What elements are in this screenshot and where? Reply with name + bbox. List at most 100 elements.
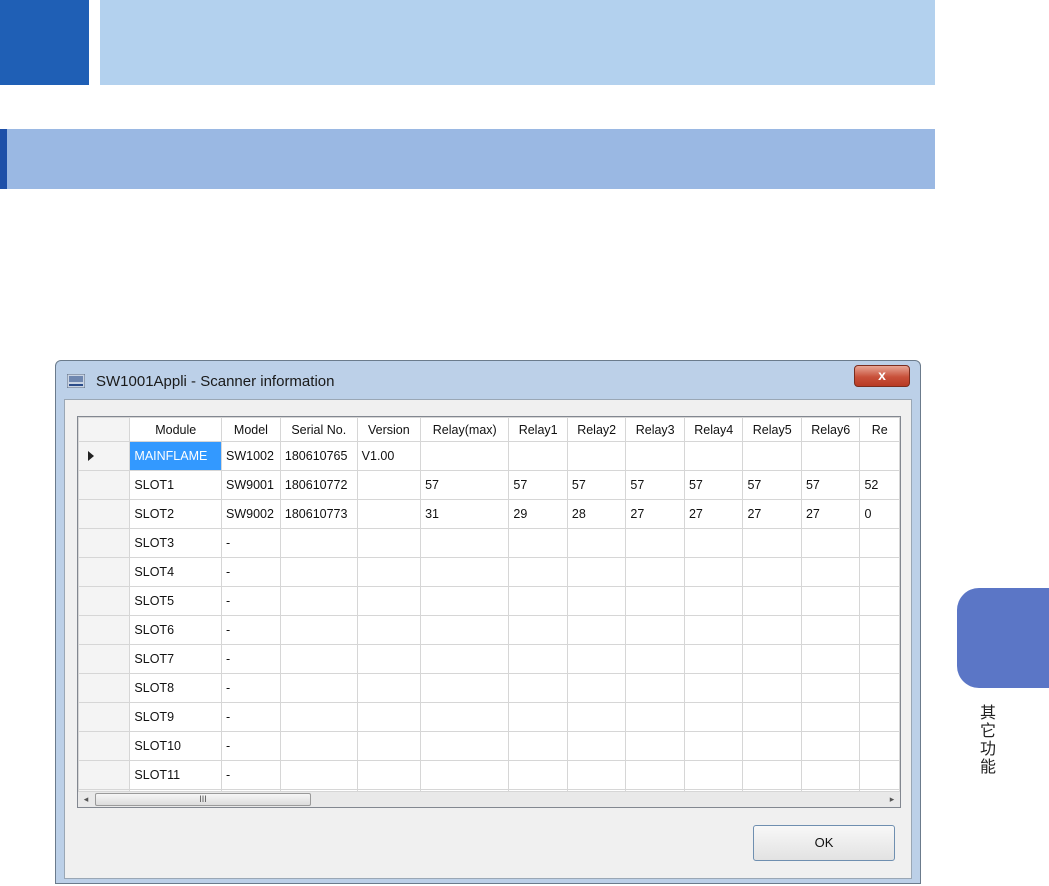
table-cell[interactable]: SLOT11 (129, 760, 222, 790)
table-cell[interactable] (859, 673, 900, 703)
column-header[interactable]: Relay(max) (420, 417, 510, 442)
table-cell[interactable] (625, 644, 685, 674)
table-cell[interactable]: SLOT2 (129, 499, 222, 529)
table-cell[interactable] (356, 615, 422, 645)
table-cell[interactable] (279, 615, 358, 645)
table-cell[interactable] (356, 499, 422, 529)
column-header[interactable]: Re (859, 417, 900, 442)
table-cell[interactable]: 180610773 (279, 499, 358, 529)
table-cell[interactable] (356, 702, 422, 732)
table-cell[interactable] (800, 731, 861, 761)
table-cell[interactable] (800, 615, 861, 645)
table-cell[interactable] (420, 586, 510, 616)
table-cell[interactable] (625, 731, 685, 761)
table-cell[interactable] (742, 441, 802, 471)
table-cell[interactable]: 57 (420, 470, 510, 500)
table-cell[interactable] (566, 441, 627, 471)
table-cell[interactable] (625, 760, 685, 790)
table-cell[interactable] (566, 673, 627, 703)
row-header[interactable] (78, 441, 131, 471)
table-cell[interactable] (279, 586, 358, 616)
table-cell[interactable]: - (220, 557, 281, 587)
table-row[interactable]: SLOT5- (78, 586, 900, 616)
horizontal-scrollbar[interactable]: ◂ III ▸ (78, 791, 900, 807)
table-row[interactable]: SLOT9- (78, 702, 900, 732)
table-cell[interactable] (566, 760, 627, 790)
table-cell[interactable] (625, 557, 685, 587)
column-header[interactable]: Module (129, 417, 222, 442)
table-cell[interactable] (625, 586, 685, 616)
table-row[interactable]: SLOT7- (78, 644, 900, 674)
table-cell[interactable]: - (220, 644, 281, 674)
table-row[interactable]: SLOT4- (78, 557, 900, 587)
table-cell[interactable] (420, 441, 510, 471)
table-cell[interactable] (859, 586, 900, 616)
table-cell[interactable] (508, 731, 568, 761)
table-cell[interactable] (800, 441, 861, 471)
table-cell[interactable]: 57 (683, 470, 744, 500)
table-cell[interactable] (356, 644, 422, 674)
table-cell[interactable] (356, 528, 422, 558)
table-cell[interactable] (420, 615, 510, 645)
table-cell[interactable] (742, 557, 802, 587)
table-cell[interactable]: SLOT3 (129, 528, 222, 558)
table-cell[interactable] (566, 586, 627, 616)
table-cell[interactable]: SW9002 (220, 499, 281, 529)
table-cell[interactable] (356, 673, 422, 703)
table-cell[interactable] (566, 557, 627, 587)
table-row[interactable]: SLOT11- (78, 760, 900, 790)
table-cell[interactable]: SLOT7 (129, 644, 222, 674)
table-cell[interactable] (859, 615, 900, 645)
close-button[interactable]: x (854, 365, 910, 387)
table-cell[interactable] (859, 441, 900, 471)
table-cell[interactable] (420, 528, 510, 558)
column-header[interactable]: Relay6 (800, 417, 861, 442)
table-cell[interactable]: SW1002 (220, 441, 281, 471)
table-cell[interactable] (279, 731, 358, 761)
table-cell[interactable] (683, 441, 744, 471)
table-cell[interactable]: 29 (508, 499, 568, 529)
table-cell[interactable] (683, 557, 744, 587)
row-header[interactable] (78, 731, 131, 761)
table-cell[interactable] (625, 673, 685, 703)
table-cell[interactable] (859, 557, 900, 587)
table-row[interactable]: SLOT2 SW9002 180610773 31 29 28 27 27 27 27 0 (78, 499, 900, 529)
column-header[interactable]: Version (356, 417, 422, 442)
table-cell[interactable] (508, 441, 568, 471)
table-cell[interactable] (566, 528, 627, 558)
table-cell[interactable] (508, 644, 568, 674)
row-header[interactable] (78, 644, 131, 674)
table-cell[interactable] (279, 644, 358, 674)
table-cell[interactable] (508, 760, 568, 790)
table-cell[interactable]: 31 (420, 499, 510, 529)
table-cell[interactable] (279, 528, 358, 558)
table-cell[interactable] (508, 586, 568, 616)
table-cell[interactable]: SLOT8 (129, 673, 222, 703)
table-cell[interactable]: 180610772 (279, 470, 358, 500)
table-cell[interactable] (356, 470, 422, 500)
table-row[interactable]: SLOT1 SW9001 180610772 57 57 57 57 57 57 57 52 (78, 470, 900, 500)
table-cell[interactable]: - (220, 702, 281, 732)
table-cell[interactable] (742, 644, 802, 674)
table-cell[interactable] (800, 586, 861, 616)
table-cell[interactable] (800, 702, 861, 732)
table-cell[interactable] (279, 557, 358, 587)
table-cell[interactable] (420, 644, 510, 674)
table-cell[interactable]: 57 (742, 470, 802, 500)
table-cell[interactable] (279, 702, 358, 732)
column-header[interactable]: Relay2 (566, 417, 627, 442)
table-cell[interactable] (356, 760, 422, 790)
row-header[interactable] (78, 760, 131, 790)
table-cell[interactable]: SLOT6 (129, 615, 222, 645)
table-cell[interactable] (742, 702, 802, 732)
table-cell[interactable] (508, 702, 568, 732)
table-cell[interactable] (356, 731, 422, 761)
window-titlebar[interactable]: SW1001Appli - Scanner information x (56, 361, 920, 401)
table-cell[interactable]: 27 (683, 499, 744, 529)
table-cell[interactable] (859, 702, 900, 732)
table-cell[interactable] (859, 731, 900, 761)
table-cell[interactable] (420, 557, 510, 587)
table-cell[interactable] (566, 644, 627, 674)
table-cell[interactable]: V1.00 (356, 441, 422, 471)
table-cell[interactable] (420, 760, 510, 790)
